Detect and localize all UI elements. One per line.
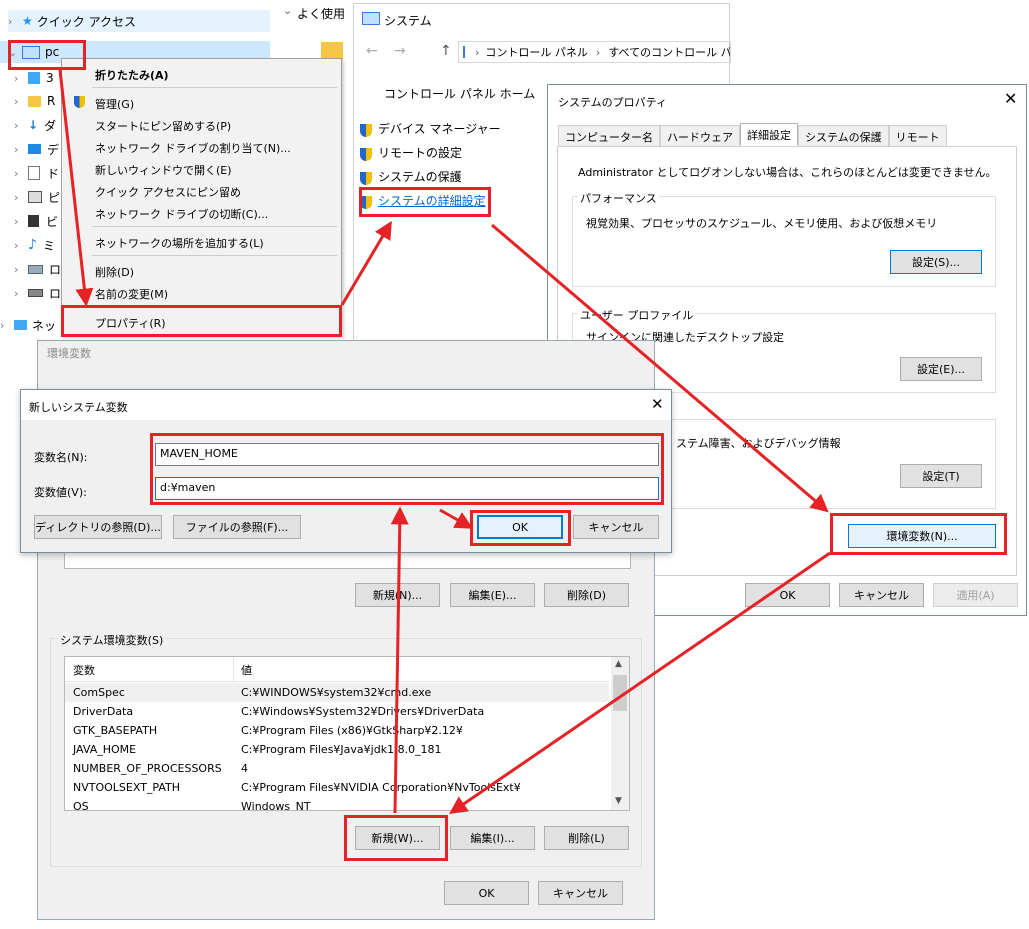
arrow-overlay [58, 69, 831, 815]
arrow-pc-to-properties [58, 69, 94, 307]
arrow-properties-to-advanced [340, 220, 392, 306]
arrow-new-to-fields [390, 506, 409, 814]
arrow-advanced-to-env-button [491, 223, 829, 513]
arrow-fields-to-ok [439, 508, 474, 529]
arrow-env-button-to-new [449, 551, 831, 815]
